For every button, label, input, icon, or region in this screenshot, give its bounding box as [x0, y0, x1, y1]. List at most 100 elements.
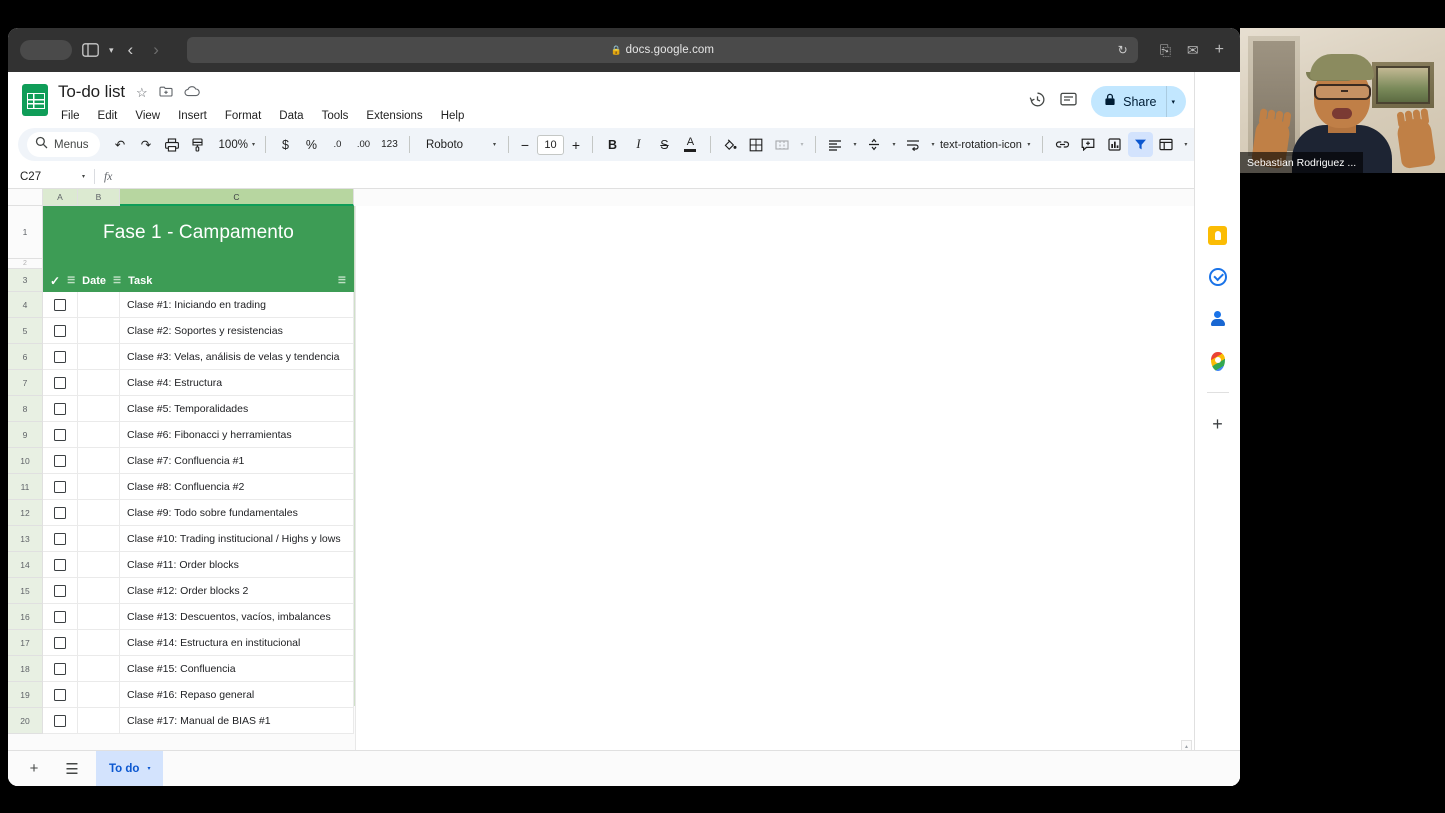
row-header-13[interactable]: 13	[8, 526, 43, 552]
cell-checkbox[interactable]	[43, 604, 78, 630]
task-checkbox[interactable]	[54, 480, 66, 493]
text-wrap-button[interactable]	[901, 132, 926, 157]
cell-checkbox[interactable]	[43, 370, 78, 396]
sheet-tab-to-do[interactable]: To do ▾	[96, 750, 164, 786]
pivot-dropdown-caret[interactable]: ▾	[1180, 132, 1192, 157]
column-header-c[interactable]: C	[120, 189, 354, 206]
task-checkbox[interactable]	[54, 636, 66, 649]
pivot-table-button[interactable]	[1154, 132, 1179, 157]
cell-checkbox[interactable]	[43, 656, 78, 682]
cell-checkbox[interactable]	[43, 708, 78, 734]
rotation-dropdown-caret[interactable]: ▾	[1023, 132, 1035, 157]
hidden-row-cell[interactable]	[43, 259, 354, 269]
cell-checkbox[interactable]	[43, 292, 78, 318]
menu-insert[interactable]: Insert	[176, 109, 209, 123]
move-to-folder-icon[interactable]	[159, 85, 173, 99]
merge-cells-button[interactable]	[770, 132, 795, 157]
vertical-align-button[interactable]	[862, 132, 887, 157]
cell-date[interactable]	[78, 708, 120, 734]
fill-color-button[interactable]	[718, 132, 743, 157]
cell-checkbox[interactable]	[43, 552, 78, 578]
task-checkbox[interactable]	[54, 428, 66, 441]
download-icon[interactable]: ⎘	[1160, 42, 1171, 59]
text-rotation-button[interactable]: text-rotation-icon	[940, 132, 1022, 157]
task-checkbox[interactable]	[54, 324, 66, 337]
menu-view[interactable]: View	[133, 109, 162, 123]
cell-task[interactable]: Clase #11: Order blocks	[120, 552, 354, 578]
cell-date[interactable]	[78, 318, 120, 344]
cell-date[interactable]	[78, 604, 120, 630]
row-header-18[interactable]: 18	[8, 656, 43, 682]
merge-dropdown-caret[interactable]: ▾	[796, 132, 808, 157]
empty-canvas-area[interactable]	[355, 206, 1240, 786]
row-header-14[interactable]: 14	[8, 552, 43, 578]
cell-date[interactable]	[78, 500, 120, 526]
reload-icon[interactable]: ↻	[1118, 43, 1128, 57]
cell-checkbox[interactable]	[43, 500, 78, 526]
decrease-decimal-button[interactable]: .0	[325, 132, 350, 157]
filter-dropdown-icon-a[interactable]: ☰	[67, 276, 75, 285]
cell-task[interactable]: Clase #16: Repaso general	[120, 682, 354, 708]
row-header-10[interactable]: 10	[8, 448, 43, 474]
task-checkbox[interactable]	[54, 298, 66, 311]
select-all-corner[interactable]	[8, 189, 43, 206]
cell-checkbox[interactable]	[43, 526, 78, 552]
menu-edit[interactable]: Edit	[96, 109, 120, 123]
column-header-a[interactable]: A	[43, 189, 78, 206]
share-icon[interactable]: ✉	[1187, 42, 1199, 59]
task-checkbox[interactable]	[54, 402, 66, 415]
forward-button[interactable]: ›	[147, 40, 165, 60]
cell-checkbox[interactable]	[43, 474, 78, 500]
cell-task[interactable]: Clase #12: Order blocks 2	[120, 578, 354, 604]
cell-checkbox[interactable]	[43, 448, 78, 474]
undo-button[interactable]: ↶	[108, 132, 133, 157]
task-checkbox[interactable]	[54, 688, 66, 701]
filter-button[interactable]	[1127, 132, 1153, 157]
add-sheet-button[interactable]: +	[20, 755, 48, 783]
share-dropdown-caret[interactable]: ▾	[1166, 86, 1186, 117]
cell-date[interactable]	[78, 630, 120, 656]
sidebar-toggle-icon[interactable]	[80, 43, 101, 57]
cell-date[interactable]	[78, 474, 120, 500]
cell-date[interactable]	[78, 578, 120, 604]
horizontal-align-button[interactable]	[823, 132, 848, 157]
insert-chart-button[interactable]	[1102, 132, 1127, 157]
cell-checkbox[interactable]	[43, 344, 78, 370]
menu-tools[interactable]: Tools	[320, 109, 351, 123]
cell-task[interactable]: Clase #4: Estructura	[120, 370, 354, 396]
paint-format-button[interactable]	[186, 132, 211, 157]
borders-button[interactable]	[744, 132, 769, 157]
row-header-2[interactable]: 2	[8, 259, 43, 269]
row-header-11[interactable]: 11	[8, 474, 43, 500]
cell-task[interactable]: Clase #9: Todo sobre fundamentales	[120, 500, 354, 526]
menu-data[interactable]: Data	[277, 109, 305, 123]
insert-comment-button[interactable]	[1076, 132, 1101, 157]
cell-task[interactable]: Clase #7: Confluencia #1	[120, 448, 354, 474]
cell-task[interactable]: Clase #5: Temporalidades	[120, 396, 354, 422]
task-checkbox[interactable]	[54, 350, 66, 363]
video-call-overlay[interactable]: Sebastian Rodriguez ...	[1240, 28, 1445, 173]
strikethrough-button[interactable]: S	[652, 132, 677, 157]
row-header-9[interactable]: 9	[8, 422, 43, 448]
cell-task[interactable]: Clase #6: Fibonacci y herramientas	[120, 422, 354, 448]
cell-task[interactable]: Clase #3: Velas, análisis de velas y ten…	[120, 344, 354, 370]
task-checkbox[interactable]	[54, 532, 66, 545]
address-bar[interactable]: 🔒 docs.google.com ↻	[186, 37, 1138, 63]
task-checkbox[interactable]	[54, 584, 66, 597]
row-header-20[interactable]: 20	[8, 708, 43, 734]
cell-task[interactable]: Clase #14: Estructura en institucional	[120, 630, 354, 656]
text-color-button[interactable]: A	[678, 132, 703, 157]
increase-decimal-button[interactable]: .00	[351, 132, 376, 157]
keep-icon[interactable]	[1207, 224, 1229, 246]
zoom-selector[interactable]: 100% ▾	[212, 132, 258, 157]
menu-extensions[interactable]: Extensions	[364, 109, 424, 123]
cell-task[interactable]: Clase #13: Descuentos, vacíos, imbalance…	[120, 604, 354, 630]
task-checkbox[interactable]	[54, 506, 66, 519]
name-box[interactable]: C27 ▾	[8, 165, 94, 188]
get-addons-button[interactable]: +	[1207, 413, 1229, 435]
task-checkbox[interactable]	[54, 662, 66, 675]
cell-date[interactable]	[78, 292, 120, 318]
cell-date[interactable]	[78, 370, 120, 396]
row-header-6[interactable]: 6	[8, 344, 43, 370]
cell-checkbox[interactable]	[43, 318, 78, 344]
